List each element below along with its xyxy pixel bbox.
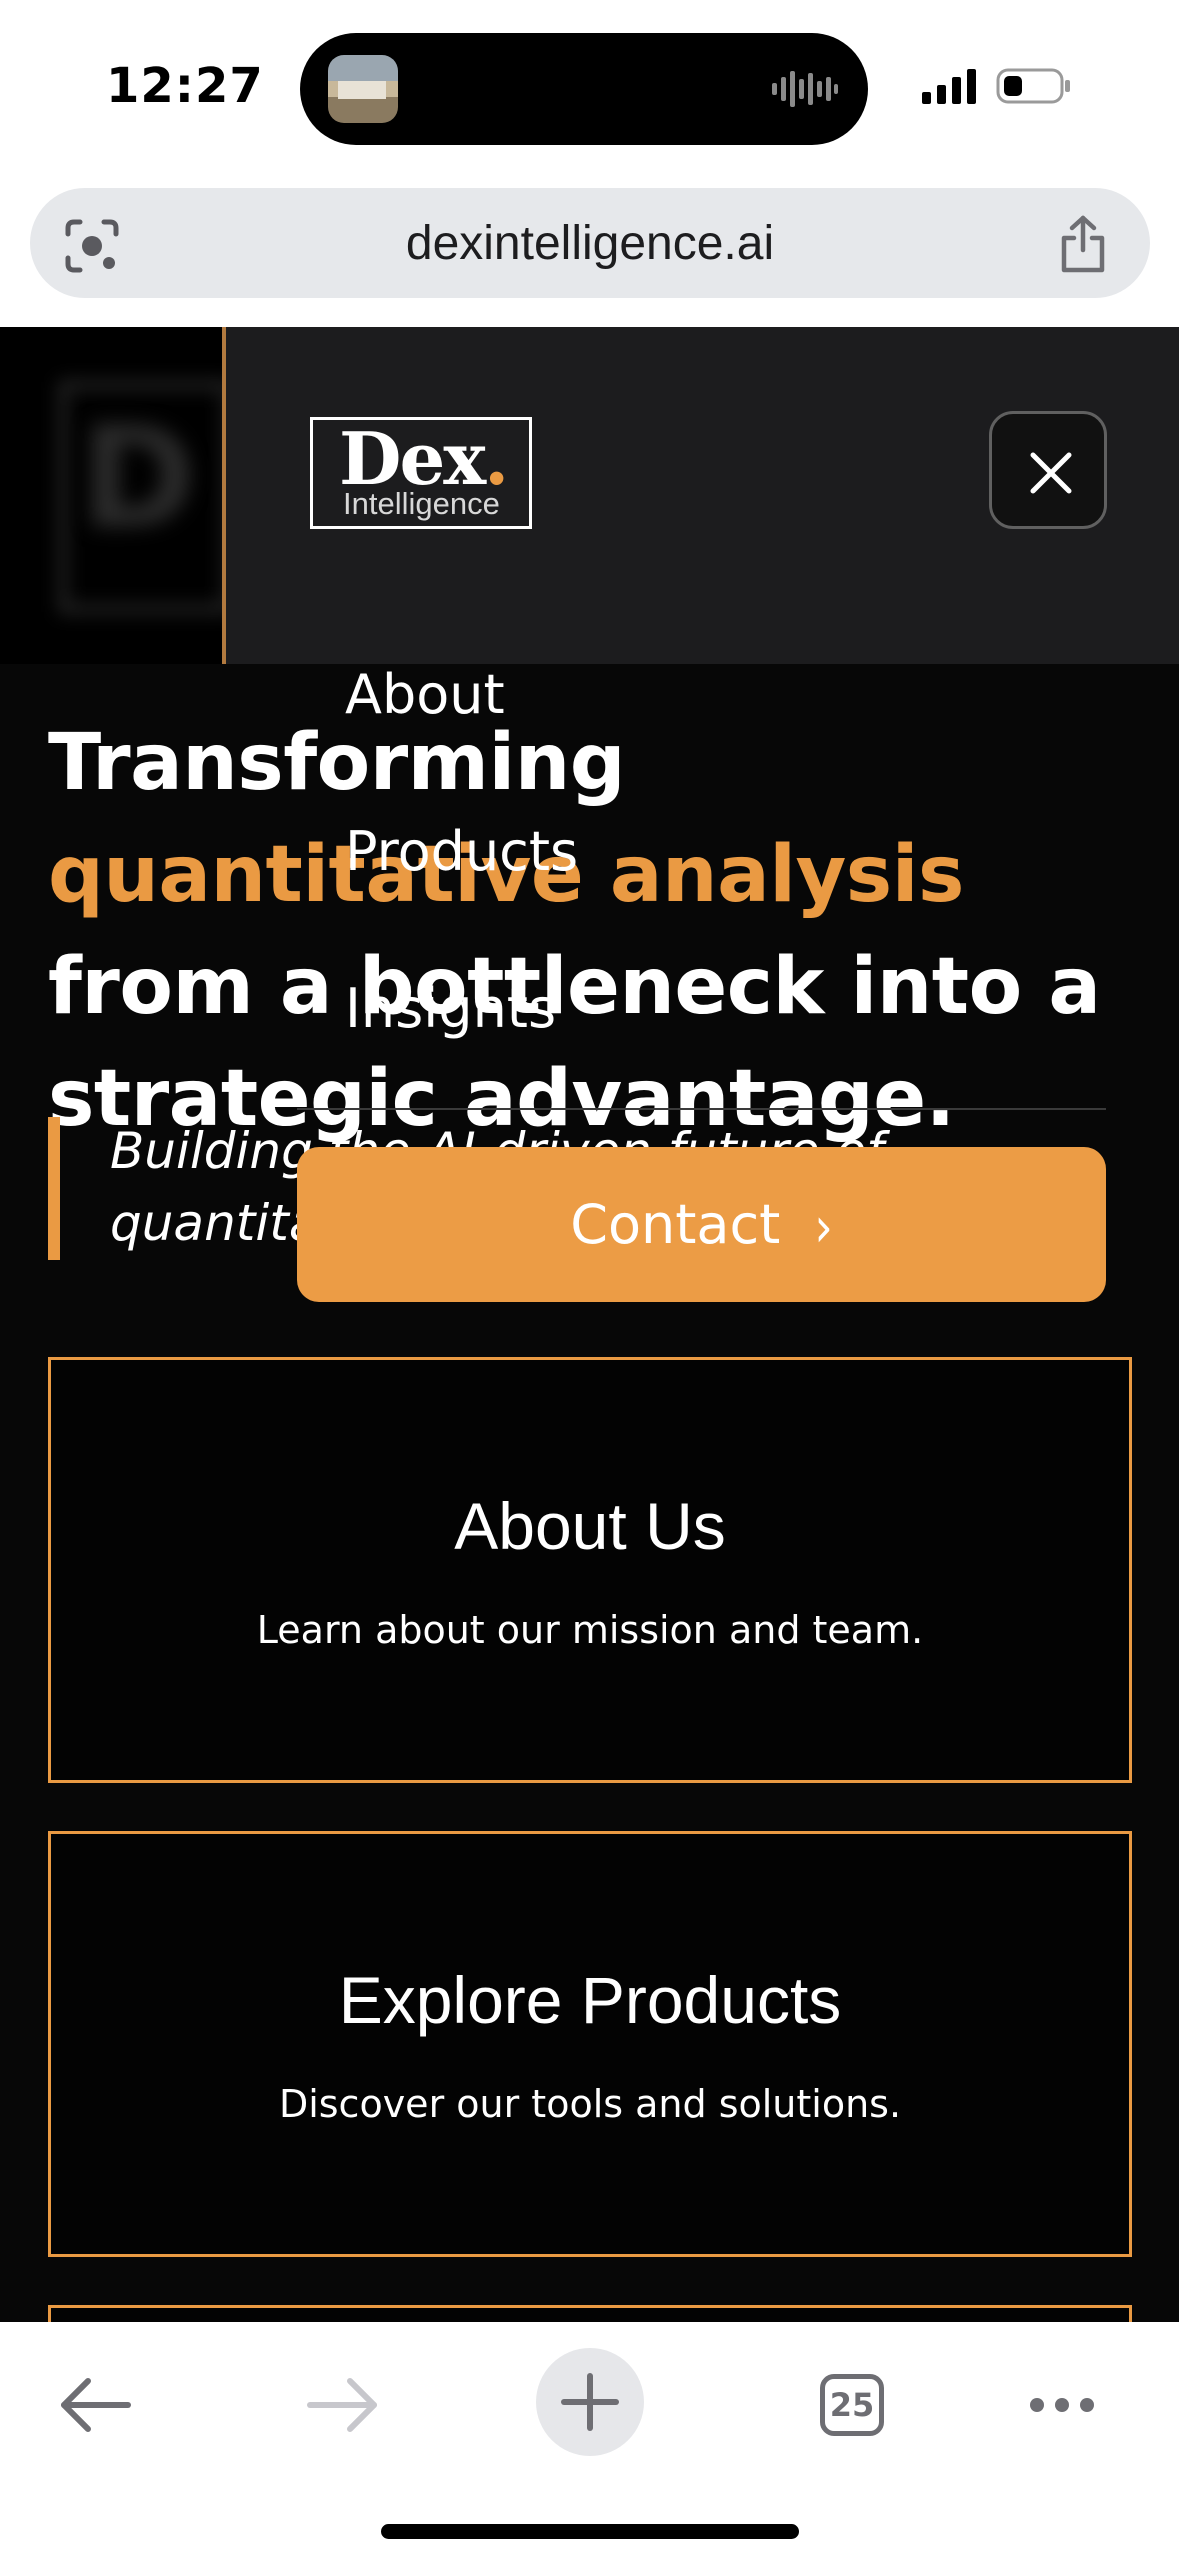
status-bar: 12:27 [0,0,1179,170]
address-url[interactable]: dexintelligence.ai [30,216,1150,271]
now-playing-thumbnail [328,55,398,123]
dynamic-island [300,33,868,145]
web-content: D Transforming quantitative analysis fro… [0,327,1179,2322]
audio-waveform-icon [772,71,838,107]
nav-link-about[interactable]: About [345,663,505,726]
about-us-card[interactable]: About Us Learn about our mission and tea… [48,1357,1132,1783]
card-description: Discover our tools and solutions. [278,2082,902,2126]
hero-title: Transforming quantitative analysis from … [48,718,1101,1144]
new-tab-button[interactable] [536,2348,644,2456]
card-title: About Us [454,1489,726,1563]
address-bar[interactable]: dexintelligence.ai [30,188,1150,298]
share-icon[interactable] [1056,214,1110,274]
next-card-partial[interactable] [48,2305,1132,2322]
contact-button[interactable]: Contact › [297,1147,1106,1302]
cellular-signal-icon [922,69,976,104]
card-description: Learn about our mission and team. [256,1608,924,1652]
nav-drawer-header: Dex. Intelligence [222,327,1179,664]
close-icon [1030,452,1072,494]
plus-icon [561,2373,619,2431]
back-arrow-icon[interactable] [42,2350,152,2460]
explore-products-card[interactable]: Explore Products Discover our tools and … [48,1831,1132,2257]
tab-switcher-button[interactable]: 25 [796,2350,906,2460]
dex-intelligence-logo[interactable]: Dex. Intelligence [310,416,532,529]
status-time: 12:27 [106,58,264,114]
tagline-accent-bar [48,1117,60,1260]
more-options-icon[interactable] [1007,2350,1117,2460]
tab-count: 25 [820,2374,884,2436]
close-menu-button[interactable] [989,411,1107,529]
card-title: Explore Products [338,1963,842,2037]
nav-divider [297,1108,1106,1110]
nav-link-insights[interactable]: Insights [345,977,556,1040]
site-logo-blurred: D [0,327,222,664]
browser-toolbar: 25 [0,2322,1179,2556]
forward-arrow-icon[interactable] [286,2350,396,2460]
chevron-right-icon: › [814,1194,833,1260]
nav-link-products[interactable]: Products [345,820,578,883]
home-indicator[interactable] [381,2524,799,2539]
contact-label: Contact [570,1193,781,1256]
battery-icon [996,68,1070,104]
